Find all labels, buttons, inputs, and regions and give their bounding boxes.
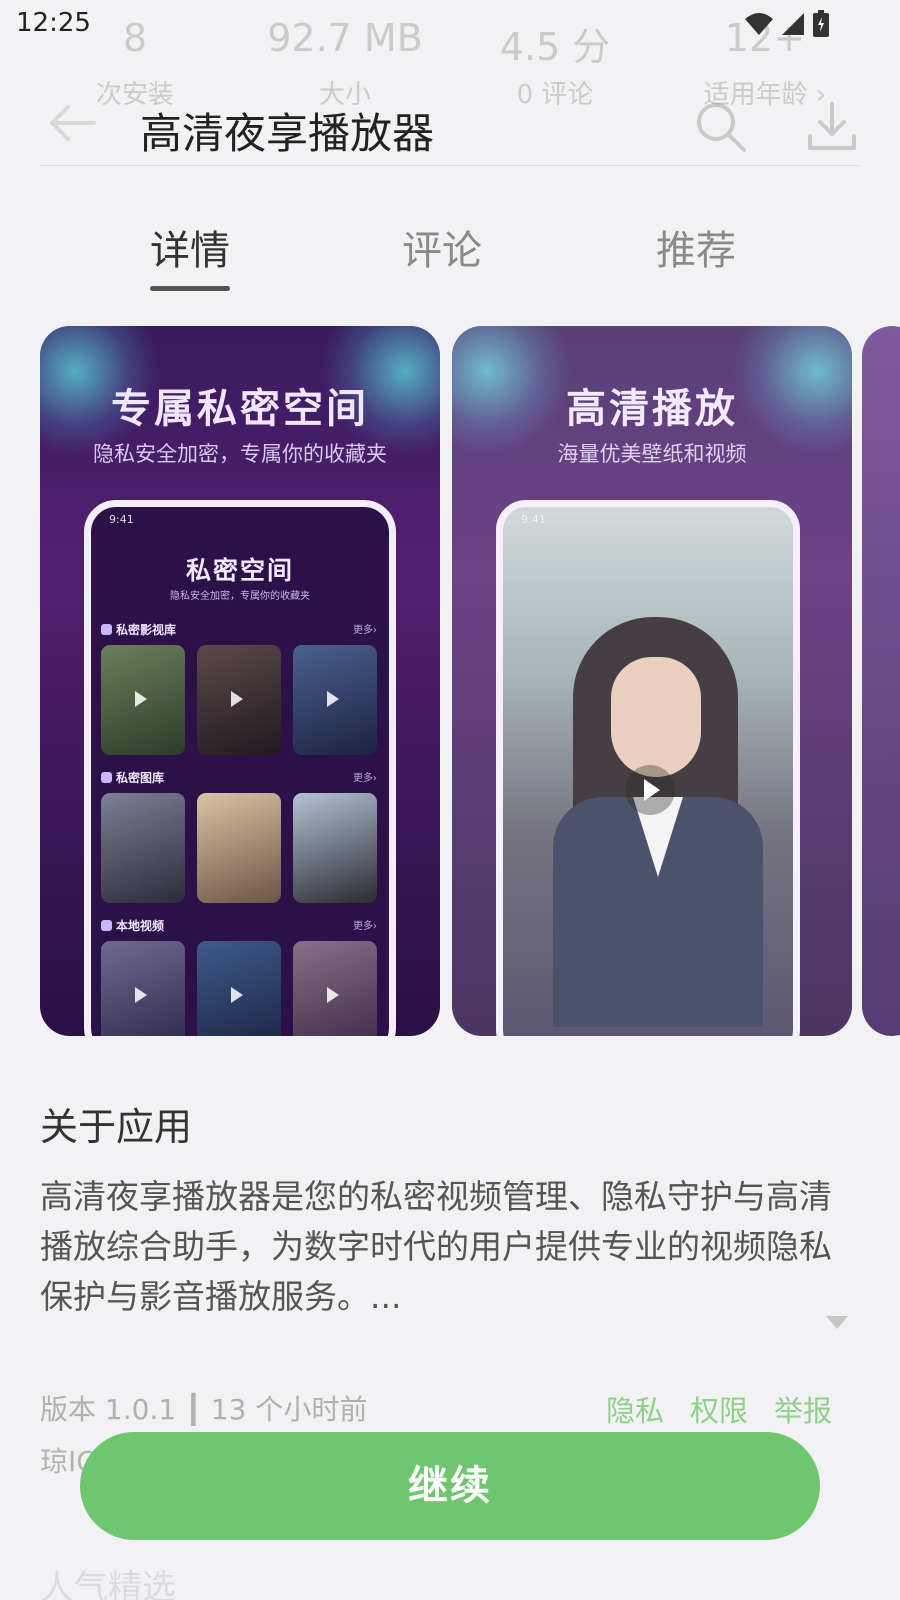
expand-chevron-icon[interactable] — [826, 1316, 848, 1329]
version-info: 版本 1.0.1 ┃ 13 个小时前 — [40, 1393, 368, 1426]
mock-more-link: 更多› — [353, 773, 377, 784]
screenshot-hd-playback[interactable]: 高清播放 海量优美壁纸和视频 9:41 — [452, 326, 852, 1036]
mock-section-label: 本地视频 — [116, 919, 165, 933]
image-thumbnail — [293, 793, 377, 903]
section-icon — [101, 920, 112, 931]
next-section-title: 人气精选 — [40, 1568, 176, 1600]
mock-section-header: 本地视频 更多› — [101, 917, 377, 934]
battery-icon — [813, 10, 829, 37]
mock-thumb-row — [101, 941, 377, 1036]
video-thumbnail — [197, 645, 281, 755]
search-icon[interactable] — [692, 98, 748, 154]
tab-bar: 详情 评论 推荐 — [0, 200, 900, 300]
play-icon — [327, 691, 339, 707]
tab-details[interactable]: 详情 — [110, 218, 270, 276]
mock-section-label: 私密图库 — [116, 771, 165, 785]
video-thumbnail — [293, 645, 377, 755]
video-thumbnail — [197, 941, 281, 1036]
mock-section-header: 私密影视库 更多› — [101, 621, 377, 638]
about-description: 高清夜享播放器是您的私密视频管理、隐私守护与高清播放综合助手，为数字时代的用户提… — [40, 1177, 832, 1316]
mock-more-link: 更多› — [353, 625, 377, 636]
tab-recommend[interactable]: 推荐 — [616, 218, 776, 276]
status-icons — [744, 10, 830, 38]
section-icon — [101, 772, 112, 783]
policy-links: 隐私 权限 举报 — [606, 1388, 832, 1430]
status-time: 12:25 — [16, 8, 91, 38]
mock-section-header: 私密图库 更多› — [101, 769, 377, 786]
wifi-icon — [745, 13, 773, 35]
play-icon — [231, 691, 243, 707]
play-icon — [327, 987, 339, 1003]
image-thumbnail — [101, 793, 185, 903]
privacy-link[interactable]: 隐私 — [606, 1388, 664, 1430]
mock-thumb-row — [101, 793, 377, 903]
back-arrow-icon[interactable] — [44, 98, 100, 148]
tab-comments[interactable]: 评论 — [362, 218, 522, 276]
screenshot-subheading: 隐私安全加密，专属你的收藏夹 — [93, 442, 387, 466]
video-thumbnail — [101, 645, 185, 755]
signal-icon — [782, 13, 804, 35]
app-header: 高清夜享播放器 — [40, 80, 860, 166]
mock-status-time: 9:41 — [109, 513, 134, 526]
screenshot-partial[interactable] — [862, 326, 900, 1036]
screenshot-private-space[interactable]: 专属私密空间 隐私安全加密，专属你的收藏夹 9:41 私密空间 隐私安全加密，专… — [40, 326, 440, 1036]
image-thumbnail — [197, 793, 281, 903]
download-icon[interactable] — [804, 98, 860, 154]
permissions-link[interactable]: 权限 — [690, 1388, 748, 1430]
screenshot-carousel[interactable]: 专属私密空间 隐私安全加密，专属你的收藏夹 9:41 私密空间 隐私安全加密，专… — [0, 326, 900, 1036]
play-icon — [625, 765, 675, 815]
report-link[interactable]: 举报 — [774, 1388, 832, 1430]
screenshot-subheading: 海量优美壁纸和视频 — [557, 442, 747, 466]
about-title: 关于应用 — [40, 1105, 193, 1149]
play-icon — [135, 987, 147, 1003]
page-title: 高清夜享播放器 — [140, 109, 435, 158]
mock-status-time: 9:41 — [521, 513, 546, 526]
mock-more-link: 更多› — [353, 921, 377, 932]
mock-thumb-row — [101, 645, 377, 755]
mock-title: 私密空间 — [185, 556, 294, 585]
section-icon — [101, 624, 112, 635]
tab-indicator — [150, 286, 230, 291]
phone-mockup: 9:41 私密空间 隐私安全加密，专属你的收藏夹 私密影视库 更多› 私密图库 … — [84, 500, 396, 1036]
screenshot-heading: 高清播放 — [566, 386, 738, 432]
status-bar: 12:25 — [0, 0, 900, 50]
video-thumbnail — [293, 941, 377, 1036]
mock-section-label: 私密影视库 — [116, 623, 177, 637]
screenshot-heading: 专属私密空间 — [111, 386, 369, 432]
portrait-face — [611, 657, 701, 777]
video-thumbnail — [101, 941, 185, 1036]
play-icon — [231, 987, 243, 1003]
continue-button[interactable]: 继续 — [80, 1432, 820, 1540]
play-icon — [135, 691, 147, 707]
phone-mockup: 9:41 — [496, 500, 800, 1036]
mock-subtitle: 隐私安全加密，专属你的收藏夹 — [170, 591, 310, 602]
